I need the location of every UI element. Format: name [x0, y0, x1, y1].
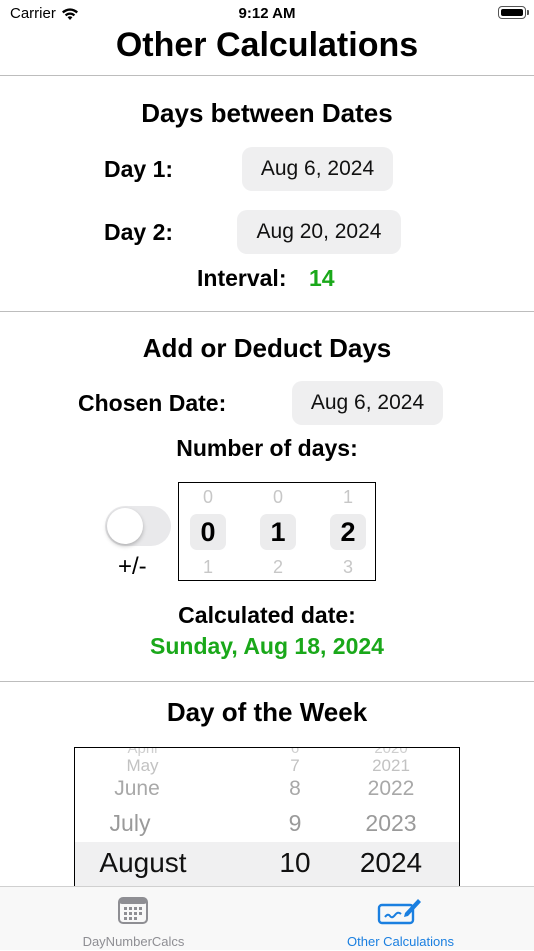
battery-icon — [498, 6, 529, 19]
day1-label: Day 1: — [104, 156, 174, 182]
add-deduct-title: Add or Deduct Days — [142, 333, 392, 363]
sign-label: +/- — [118, 553, 147, 580]
chosen-date-label: Chosen Date: — [78, 390, 227, 416]
day-option: 9 — [288, 810, 302, 836]
calculated-date-label: Calculated date: — [178, 602, 356, 628]
year-option: 2022 — [367, 777, 415, 800]
sign-toggle[interactable] — [105, 506, 171, 546]
year-option: 2023 — [365, 810, 417, 836]
day2-label: Day 2: — [104, 219, 174, 245]
day1-date-button[interactable]: Aug 6, 2024 — [242, 147, 393, 191]
month-selected: August — [99, 847, 187, 878]
month-option: May — [126, 756, 159, 775]
tab-daynumbercalcs[interactable]: DayNumberCalcs — [0, 887, 267, 951]
tab-other-calculations[interactable]: Other Calculations — [267, 887, 534, 951]
month-option: July — [109, 810, 151, 836]
signature-icon — [377, 899, 421, 925]
day2-date-value: Aug 20, 2024 — [256, 220, 382, 243]
divider — [0, 681, 534, 682]
tab-label: Other Calculations — [347, 934, 454, 949]
days-between-title: Days between Dates — [141, 98, 393, 128]
digit-value: 0 — [200, 517, 216, 547]
digit-wheel-hundreds[interactable]: 0 0 1 — [188, 483, 228, 580]
digit-value: 1 — [270, 517, 286, 547]
digit-wheel-ones[interactable]: 1 2 3 — [328, 483, 368, 580]
status-time: 9:12 AM — [238, 5, 296, 22]
page-title: Other Calculations — [115, 26, 419, 64]
chosen-date-button[interactable]: Aug 6, 2024 — [292, 381, 443, 425]
digit-value: 2 — [340, 517, 356, 547]
tab-bar: DayNumberCalcs Other Calculations — [0, 886, 534, 950]
day-of-week-title: Day of the Week — [166, 697, 368, 727]
year-selected: 2024 — [359, 847, 423, 878]
divider — [0, 75, 534, 76]
digit-option: 1 — [202, 557, 213, 577]
number-of-days-picker[interactable]: 0 0 1 0 1 2 1 2 3 — [178, 482, 376, 581]
day2-date-button[interactable]: Aug 20, 2024 — [237, 210, 401, 254]
digit-option: 0 — [272, 487, 283, 507]
day-option: 8 — [289, 777, 301, 800]
day-selected: 10 — [279, 847, 311, 878]
calculated-date-value: Sunday, Aug 18, 2024 — [150, 633, 384, 659]
divider — [0, 311, 534, 312]
day-option: 7 — [290, 756, 300, 775]
digit-option: 3 — [342, 557, 353, 577]
day1-date-value: Aug 6, 2024 — [260, 157, 375, 180]
digit-option: 0 — [202, 487, 213, 507]
digit-option: 2 — [272, 557, 283, 577]
interval-label: Interval: — [197, 265, 287, 291]
tab-label: DayNumberCalcs — [82, 934, 185, 949]
number-of-days-label: Number of days: — [176, 435, 358, 461]
year-option: 2021 — [372, 756, 410, 775]
interval-value: 14 — [309, 265, 335, 291]
month-option: June — [114, 777, 160, 800]
digit-option: 1 — [342, 487, 353, 507]
calendar-icon — [118, 897, 148, 924]
chosen-date-value: Aug 6, 2024 — [310, 391, 425, 414]
day-of-week-picker[interactable]: April May June July August 6 7 8 9 10 20… — [74, 747, 460, 887]
digit-wheel-tens[interactable]: 0 1 2 — [258, 483, 298, 580]
